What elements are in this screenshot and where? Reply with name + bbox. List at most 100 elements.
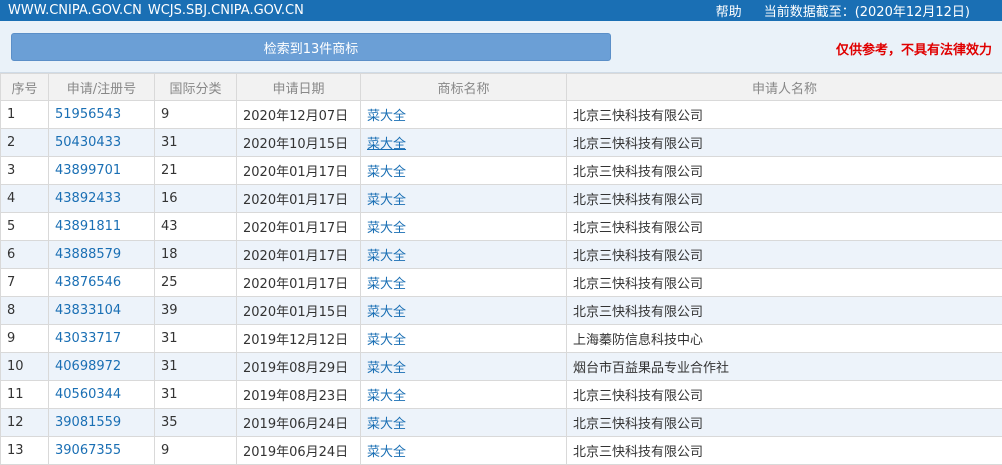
- cell-mark-name-link[interactable]: 菜大全: [360, 268, 567, 297]
- cell-applicant: 北京三快科技有限公司: [566, 184, 1002, 213]
- cell-date: 2019年06月24日: [236, 436, 361, 465]
- cell-mark-name-link-text[interactable]: 菜大全: [367, 277, 406, 292]
- cell-date-text: 2019年08月29日: [243, 361, 349, 376]
- cell-applicant: 北京三快科技有限公司: [566, 436, 1002, 465]
- cell-no: 9: [0, 324, 49, 353]
- cell-date-text: 2019年06月24日: [243, 445, 349, 460]
- results-body: 1 51956543 9 2020年12月07日 菜大全 北京三快科技有限公司 2 50430…: [0, 100, 1002, 465]
- cell-applicant: 北京三快科技有限公司: [566, 212, 1002, 241]
- cell-mark-name-link-text[interactable]: 菜大全: [367, 445, 406, 460]
- header-reg-no: 申请/注册号: [48, 73, 155, 101]
- cell-date-text: 2020年01月15日: [243, 305, 349, 320]
- cell-mark-name-link[interactable]: 菜大全: [360, 352, 567, 381]
- cell-class: 39: [154, 296, 237, 325]
- cell-class-text: 31: [161, 135, 178, 150]
- cell-reg-no-link-text[interactable]: 43888579: [55, 247, 121, 262]
- cell-class: 21: [154, 156, 237, 185]
- cell-reg-no-link[interactable]: 43876546: [48, 268, 155, 297]
- cell-mark-name-link-text[interactable]: 菜大全: [367, 417, 406, 432]
- cell-reg-no-link[interactable]: 39081559: [48, 408, 155, 437]
- top-bar: WWW.CNIPA.GOV.CN WCJS.SBJ.CNIPA.GOV.CN 帮…: [0, 0, 1002, 21]
- cell-mark-name-link-text[interactable]: 菜大全: [367, 361, 406, 376]
- cell-class-text: 21: [161, 163, 178, 178]
- cell-no: 6: [0, 240, 49, 269]
- header-no: 序号: [0, 73, 49, 101]
- cell-date: 2020年12月07日: [236, 100, 361, 129]
- cell-reg-no-link-text[interactable]: 40560344: [55, 387, 121, 402]
- table-row: 9 43033717 31 2019年12月12日 菜大全 上海蓁防信息科技中心: [0, 324, 1002, 353]
- cell-class-text: 35: [161, 415, 178, 430]
- table-row: 11 40560344 31 2019年08月23日 菜大全 北京三快科技有限公司: [0, 380, 1002, 409]
- cell-reg-no-link[interactable]: 43891811: [48, 212, 155, 241]
- cell-class-text: 9: [161, 107, 170, 122]
- cell-mark-name-link-text[interactable]: 菜大全: [367, 221, 406, 236]
- cell-no: 2: [0, 128, 49, 157]
- cell-mark-name-link-text[interactable]: 菜大全: [367, 109, 406, 124]
- cell-reg-no-link-text[interactable]: 43033717: [55, 331, 121, 346]
- cell-date: 2020年01月17日: [236, 240, 361, 269]
- cell-reg-no-link-text[interactable]: 50430433: [55, 135, 121, 150]
- cell-applicant-text: 北京三快科技有限公司: [573, 389, 704, 404]
- cell-reg-no-link-text[interactable]: 40698972: [55, 359, 121, 374]
- cell-reg-no-link-text[interactable]: 43891811: [55, 219, 121, 234]
- result-count-button[interactable]: 检索到13件商标: [11, 33, 611, 61]
- cell-mark-name-link-text[interactable]: 菜大全: [367, 249, 406, 264]
- cell-mark-name-link-text[interactable]: 菜大全: [367, 389, 406, 404]
- cell-class-text: 43: [161, 219, 178, 234]
- cell-mark-name-link[interactable]: 菜大全: [360, 240, 567, 269]
- cell-no-text: 8: [7, 303, 16, 318]
- data-date-label: 当前数据截至：(2020年12月12日): [763, 5, 970, 20]
- cell-reg-no-link-text[interactable]: 39081559: [55, 415, 121, 430]
- cell-reg-no-link[interactable]: 50430433: [48, 128, 155, 157]
- cell-mark-name-link[interactable]: 菜大全: [360, 100, 567, 129]
- cell-no: 8: [0, 296, 49, 325]
- cell-reg-no-link[interactable]: 43833104: [48, 296, 155, 325]
- cell-reg-no-link-text[interactable]: 43833104: [55, 303, 121, 318]
- cell-mark-name-link[interactable]: 菜大全: [360, 156, 567, 185]
- table-row: 10 40698972 31 2019年08月29日 菜大全 烟台市百益果品专业合作社: [0, 352, 1002, 381]
- cell-reg-no-link[interactable]: 51956543: [48, 100, 155, 129]
- cell-mark-name-link[interactable]: 菜大全: [360, 380, 567, 409]
- cell-mark-name-link[interactable]: 菜大全: [360, 184, 567, 213]
- cell-reg-no-link[interactable]: 43899701: [48, 156, 155, 185]
- cell-mark-name-link[interactable]: 菜大全: [360, 212, 567, 241]
- cell-mark-name-link-text[interactable]: 菜大全: [367, 137, 406, 152]
- site-link-wcjs[interactable]: WCJS.SBJ.CNIPA.GOV.CN: [148, 3, 304, 18]
- cell-no-text: 7: [7, 275, 16, 290]
- cell-date: 2019年06月24日: [236, 408, 361, 437]
- cell-class-text: 31: [161, 331, 178, 346]
- help-link[interactable]: 帮助: [716, 1, 742, 20]
- cell-reg-no-link-text[interactable]: 43899701: [55, 163, 121, 178]
- cell-reg-no-link[interactable]: 43892433: [48, 184, 155, 213]
- cell-reg-no-link-text[interactable]: 43876546: [55, 275, 121, 290]
- table-row: 1 51956543 9 2020年12月07日 菜大全 北京三快科技有限公司: [0, 100, 1002, 129]
- cell-applicant-text: 北京三快科技有限公司: [573, 249, 704, 264]
- cell-no: 4: [0, 184, 49, 213]
- cell-reg-no-link[interactable]: 43888579: [48, 240, 155, 269]
- cell-mark-name-link-text[interactable]: 菜大全: [367, 165, 406, 180]
- cell-mark-name-link[interactable]: 菜大全: [360, 324, 567, 353]
- cell-mark-name-link[interactable]: 菜大全: [360, 436, 567, 465]
- cell-reg-no-link[interactable]: 40698972: [48, 352, 155, 381]
- site-link-cnipa[interactable]: WWW.CNIPA.GOV.CN: [8, 3, 142, 18]
- cell-applicant-text: 北京三快科技有限公司: [573, 165, 704, 180]
- cell-reg-no-link[interactable]: 40560344: [48, 380, 155, 409]
- cell-class: 31: [154, 380, 237, 409]
- cell-applicant: 烟台市百益果品专业合作社: [566, 352, 1002, 381]
- cell-reg-no-link[interactable]: 39067355: [48, 436, 155, 465]
- cell-mark-name-link-text[interactable]: 菜大全: [367, 305, 406, 320]
- cell-applicant-text: 北京三快科技有限公司: [573, 137, 704, 152]
- table-row: 8 43833104 39 2020年01月15日 菜大全 北京三快科技有限公司: [0, 296, 1002, 325]
- cell-reg-no-link-text[interactable]: 39067355: [55, 443, 121, 458]
- cell-mark-name-link[interactable]: 菜大全: [360, 296, 567, 325]
- cell-mark-name-link-text[interactable]: 菜大全: [367, 193, 406, 208]
- cell-no-text: 3: [7, 163, 16, 178]
- cell-reg-no-link[interactable]: 43033717: [48, 324, 155, 353]
- cell-mark-name-link[interactable]: 菜大全: [360, 408, 567, 437]
- cell-reg-no-link-text[interactable]: 43892433: [55, 191, 121, 206]
- table-row: 2 50430433 31 2020年10月15日 菜大全 北京三快科技有限公司: [0, 128, 1002, 157]
- cell-reg-no-link-text[interactable]: 51956543: [55, 107, 121, 122]
- cell-mark-name-link-text[interactable]: 菜大全: [367, 333, 406, 348]
- cell-mark-name-link[interactable]: 菜大全: [360, 128, 567, 157]
- header-mark-name: 商标名称: [360, 73, 567, 101]
